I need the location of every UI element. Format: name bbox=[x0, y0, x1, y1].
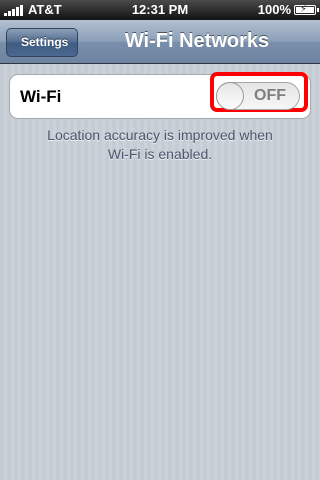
battery-charging-icon: ⚡ bbox=[294, 4, 319, 15]
footer-note-line-2: Wi-Fi is enabled. bbox=[107, 146, 213, 162]
toggle-state-label: OFF bbox=[254, 87, 286, 104]
footer-note-line-1: Location accuracy is improved when bbox=[47, 127, 273, 143]
wifi-settings-group: Wi-Fi OFF bbox=[9, 72, 311, 119]
back-button-settings[interactable]: Settings bbox=[6, 28, 79, 57]
wifi-label: Wi-Fi bbox=[20, 87, 62, 106]
wifi-toggle-switch[interactable]: OFF bbox=[216, 82, 300, 110]
toggle-knob[interactable] bbox=[216, 82, 244, 110]
page-title: Wi-Fi Networks bbox=[124, 30, 270, 52]
charging-bolt-icon: ⚡ bbox=[300, 4, 308, 15]
battery-percent: 100% bbox=[257, 2, 291, 17]
back-button-label: Settings bbox=[21, 35, 69, 49]
status-right: 100% ⚡ bbox=[257, 2, 319, 18]
navigation-bar: Settings Wi-Fi Networks bbox=[0, 20, 320, 64]
status-bar: AT&T 12:31 PM 100% ⚡ bbox=[0, 0, 320, 20]
wifi-footer-note: Location accuracy is improved when Wi-Fi… bbox=[20, 126, 300, 164]
